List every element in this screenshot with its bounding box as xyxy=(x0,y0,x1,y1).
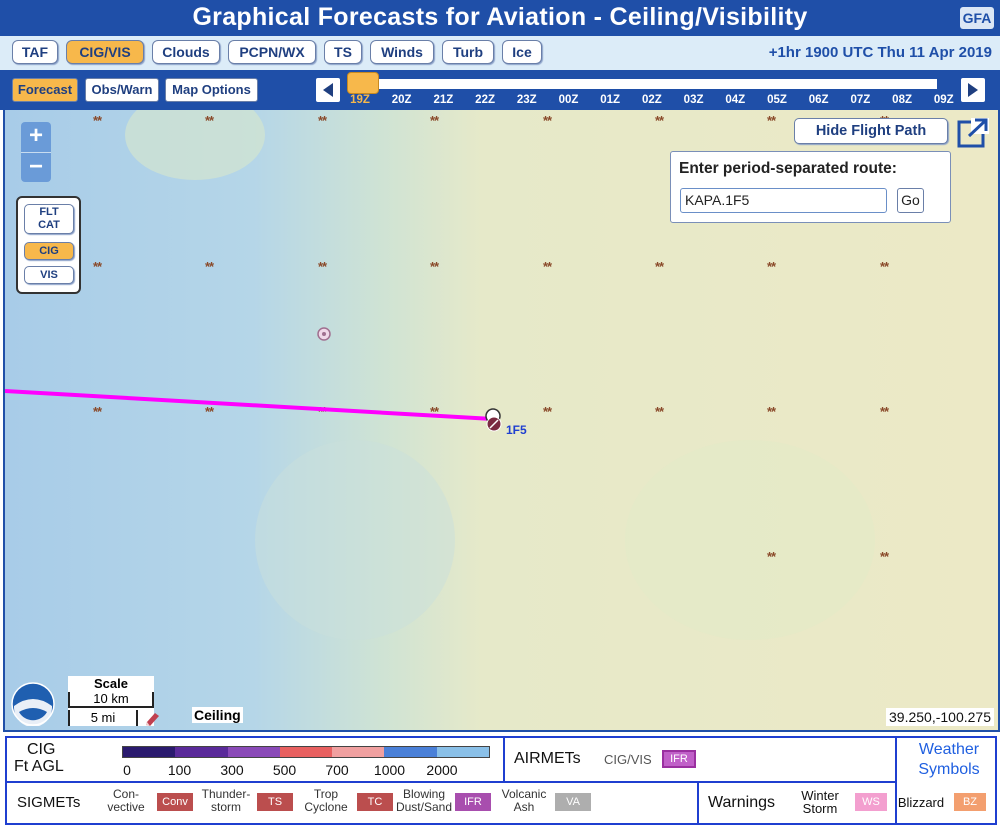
sigmets-label: SIGMETs xyxy=(17,794,81,811)
product-taf-button[interactable]: TAF xyxy=(12,40,58,64)
scale-title: Scale xyxy=(94,676,128,691)
time-tick-23z[interactable]: 23Z xyxy=(507,94,547,106)
product-clouds-button[interactable]: Clouds xyxy=(152,40,220,64)
cig-tick-label: 0 xyxy=(123,762,131,778)
sigmet-label: Blowing Dust/Sand xyxy=(395,787,453,814)
cig-color-swatch xyxy=(175,747,228,757)
cig-tick-label: 2000 xyxy=(426,762,458,778)
noaa-logo xyxy=(11,682,55,726)
warning-label: Blizzard xyxy=(897,795,945,810)
route-point-label: 1F5 xyxy=(506,423,527,437)
cig-color-swatch xyxy=(123,747,176,757)
cig-colorbar xyxy=(122,746,490,758)
time-slider-track[interactable] xyxy=(347,79,937,89)
time-slider-thumb[interactable] xyxy=(347,72,379,94)
cig-color-swatch xyxy=(332,747,385,757)
cig-color-swatch xyxy=(227,747,280,757)
map-scale: Scale 10 km 5 mi xyxy=(68,676,154,726)
time-tick-08z[interactable]: 08Z xyxy=(882,94,922,106)
scale-km: 10 km xyxy=(68,692,154,708)
cig-title: CIG xyxy=(27,741,56,758)
product-cigvis-button[interactable]: CIG/VIS xyxy=(66,40,144,64)
pencil-icon[interactable] xyxy=(143,710,163,728)
sigmet-box: TS xyxy=(257,793,293,811)
cig-tick-label: 700 xyxy=(325,762,349,778)
arrow-right-icon xyxy=(968,83,978,97)
cig-unit: Ft AGL xyxy=(14,758,64,775)
legend-divider xyxy=(895,738,897,823)
sigmet-box: VA xyxy=(555,793,591,811)
product-turb-button[interactable]: Turb xyxy=(442,40,494,64)
time-tick-01z[interactable]: 01Z xyxy=(590,94,630,106)
cig-tick-label: 500 xyxy=(272,762,297,778)
page-title: Graphical Forecasts for Aviation - Ceili… xyxy=(192,3,808,31)
sigmet-box: Conv xyxy=(157,793,193,811)
airmet-cigvis-label: CIG/VIS xyxy=(604,752,652,767)
time-tick-05z[interactable]: 05Z xyxy=(757,94,797,106)
route-line xyxy=(5,389,494,421)
time-tick-04z[interactable]: 04Z xyxy=(715,94,755,106)
route-go-button[interactable]: Go xyxy=(897,188,924,213)
product-winds-button[interactable]: Winds xyxy=(370,40,434,64)
next-time-button[interactable] xyxy=(961,78,985,102)
cig-color-swatch xyxy=(436,747,489,757)
expand-map-button[interactable] xyxy=(957,116,991,148)
layer-name-label: Ceiling xyxy=(192,707,243,723)
legend-divider xyxy=(503,738,505,781)
tab-map-options[interactable]: Map Options xyxy=(165,78,258,102)
cig-tick-label: 1000 xyxy=(373,762,406,778)
route-entry-panel: Enter period-separated route: KAPA.1F5 G… xyxy=(670,151,951,223)
time-tick-20z[interactable]: 20Z xyxy=(382,94,422,106)
legend-divider xyxy=(7,781,895,783)
route-entry-label: Enter period-separated route: xyxy=(679,160,897,177)
time-tick-21z[interactable]: 21Z xyxy=(423,94,463,106)
time-tick-02z[interactable]: 02Z xyxy=(632,94,672,106)
sigmet-box: IFR xyxy=(455,793,491,811)
time-tick-19z[interactable]: 19Z xyxy=(340,94,380,106)
cig-tick-label: 300 xyxy=(220,762,244,778)
map[interactable]: ** ** ** ** ** ** ** ** ** ** ** ** ** ** ** ** ** ** ** **… xyxy=(5,110,998,730)
warnings-label: Warnings xyxy=(708,794,775,811)
time-bar: Forecast Obs/Warn Map Options 19Z 20Z 21Z 2… xyxy=(0,70,1000,110)
forecast-datetime: +1hr 1900 UTC Thu 11 Apr 2019 xyxy=(768,44,992,61)
product-ts-button[interactable]: TS xyxy=(324,40,362,64)
sigmet-label: Trop Cyclone xyxy=(304,787,348,814)
sigmet-label: Con-vective xyxy=(107,787,145,814)
time-tick-09z[interactable]: 09Z xyxy=(924,94,964,106)
cig-color-swatch xyxy=(279,747,333,757)
cig-tick-label: 100 xyxy=(167,762,192,778)
time-tick-22z[interactable]: 22Z xyxy=(465,94,505,106)
time-tick-06z[interactable]: 06Z xyxy=(799,94,839,106)
scale-mi: 5 mi xyxy=(68,710,138,726)
product-bar: TAF CIG/VIS Clouds PCPN/WX TS Winds Turb… xyxy=(0,36,1000,70)
gfa-badge[interactable]: GFA xyxy=(960,7,994,29)
warning-label: Winter Storm xyxy=(801,788,839,816)
airmet-ifr-box: IFR xyxy=(662,750,696,768)
cursor-coordinates: 39.250,-100.275 xyxy=(886,708,994,726)
sigmet-box: TC xyxy=(357,793,393,811)
legend: CIG Ft AGL 0 100 300 500 700 1000 2000 AIRMETs… xyxy=(5,736,997,825)
hide-flight-path-button[interactable]: Hide Flight Path xyxy=(794,118,948,144)
title-bar: Graphical Forecasts for Aviation - Ceili… xyxy=(0,0,1000,36)
warning-box: BZ xyxy=(954,793,986,811)
weather-symbols-link[interactable]: Weather Symbols xyxy=(909,740,989,780)
sigmet-label: Thunder-storm xyxy=(201,787,251,814)
time-tick-03z[interactable]: 03Z xyxy=(674,94,714,106)
tab-forecast[interactable]: Forecast xyxy=(12,78,78,102)
expand-icon xyxy=(957,118,989,148)
warning-box: WS xyxy=(855,793,887,811)
cig-color-swatch xyxy=(384,747,437,757)
product-pcpnwx-button[interactable]: PCPN/WX xyxy=(228,40,316,64)
time-tick-07z[interactable]: 07Z xyxy=(840,94,880,106)
legend-divider xyxy=(697,781,699,823)
airmets-label: AIRMETs xyxy=(514,750,581,767)
time-tick-00z[interactable]: 00Z xyxy=(549,94,589,106)
product-ice-button[interactable]: Ice xyxy=(502,40,542,64)
tab-obs-warn[interactable]: Obs/Warn xyxy=(85,78,159,102)
arrow-left-icon xyxy=(323,83,333,97)
prev-time-button[interactable] xyxy=(316,78,340,102)
sigmet-label: Volcanic Ash xyxy=(501,787,547,814)
route-input[interactable]: KAPA.1F5 xyxy=(680,188,887,213)
